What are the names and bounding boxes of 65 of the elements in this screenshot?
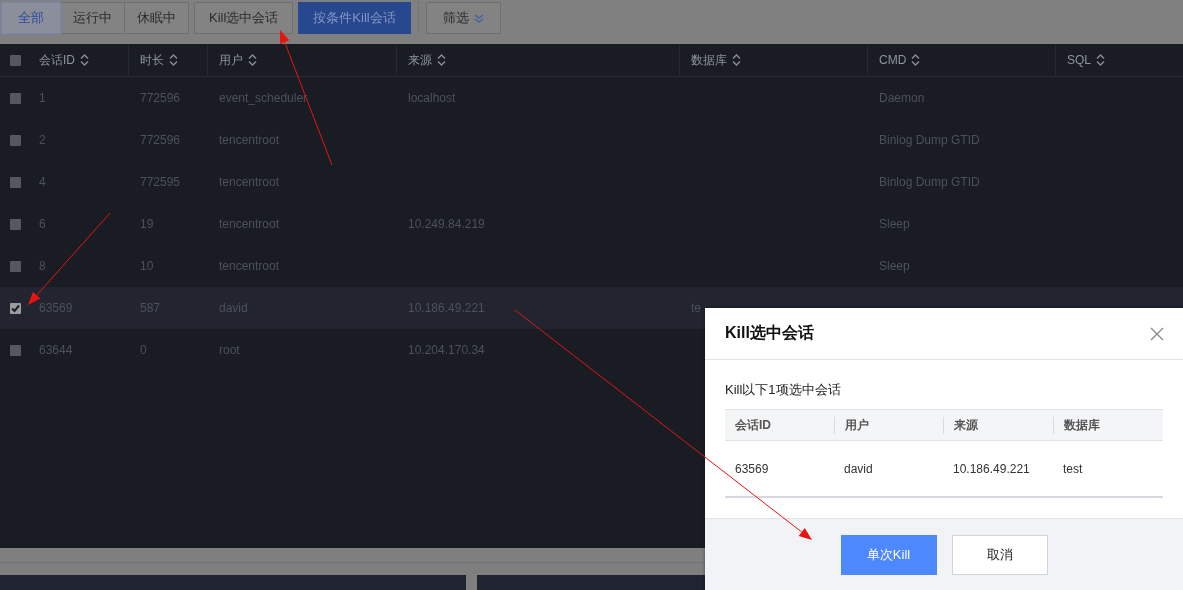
table-cell: Binlog Dump GTID xyxy=(879,175,980,189)
close-icon xyxy=(1150,326,1164,341)
table-cell-text: david xyxy=(843,461,874,476)
table-cell: 772596 xyxy=(140,91,181,105)
table-cell: 10.204.170.34 xyxy=(408,343,485,357)
column-header[interactable]: 来源 xyxy=(408,51,432,69)
checkbox[interactable] xyxy=(10,260,21,272)
table-cell: Sleep xyxy=(879,217,910,231)
table-cell: tencentroot xyxy=(219,133,280,147)
table-cell: root xyxy=(219,343,240,357)
checkbox[interactable] xyxy=(10,218,21,230)
close-button[interactable] xyxy=(1150,326,1164,341)
confirm-button[interactable]: 单次Kill xyxy=(840,534,937,575)
table-cell: 8 xyxy=(39,259,46,273)
table-cell: Sleep xyxy=(879,259,910,273)
table-cell: 19 xyxy=(140,217,154,231)
column-header[interactable]: 时长 xyxy=(140,51,164,69)
sort-icon xyxy=(80,54,89,66)
cancel-button[interactable]: 取消 xyxy=(951,534,1048,575)
sort-icon xyxy=(248,54,257,66)
action-button[interactable]: 按条件Kill会话 xyxy=(298,2,411,34)
filter-tab[interactable]: 运行中 xyxy=(60,2,125,34)
column-header: 数据库 xyxy=(1053,416,1163,434)
column-header[interactable]: CMD xyxy=(879,53,907,67)
column-header[interactable]: 用户 xyxy=(219,51,243,69)
table-cell: 10 xyxy=(140,259,154,273)
sort-icon xyxy=(169,54,178,66)
column-header: 会话ID xyxy=(734,416,772,434)
sort-icon xyxy=(1096,54,1105,66)
column-header[interactable]: 数据库 xyxy=(691,51,727,69)
table-cell-text: test xyxy=(1062,461,1084,476)
sort-icon xyxy=(437,54,446,66)
table-cell: 2 xyxy=(39,133,46,147)
checkbox[interactable] xyxy=(10,54,21,66)
table-cell: 4 xyxy=(39,175,46,189)
dialog-message: Kill以下1项选中会话 xyxy=(725,381,842,399)
table-cell: Daemon xyxy=(879,91,925,105)
table-cell: tencentroot xyxy=(219,259,280,273)
table-cell: event_scheduler xyxy=(219,91,308,105)
column-header[interactable]: SQL xyxy=(1067,53,1091,67)
sort-icon xyxy=(732,54,741,66)
chevron-icon xyxy=(473,13,484,23)
checkbox[interactable] xyxy=(10,176,21,188)
checkbox[interactable] xyxy=(10,134,21,146)
table-cell: 10.249.84.219 xyxy=(408,217,485,231)
action-button[interactable]: Kill选中会话 xyxy=(194,2,294,34)
table-cell: tencentroot xyxy=(219,217,280,231)
table-cell: Binlog Dump GTID xyxy=(879,133,980,147)
table-cell: 63644 xyxy=(39,343,73,357)
filter-button[interactable]: 筛选 xyxy=(425,2,501,34)
column-header[interactable]: 会话ID xyxy=(39,51,75,69)
checkbox[interactable] xyxy=(10,344,21,356)
table-cell: 1 xyxy=(39,91,46,105)
checkbox[interactable] xyxy=(10,92,21,104)
column-header: 用户 xyxy=(834,416,943,434)
table-cell: localhost xyxy=(408,91,456,105)
table-cell-text: 10.186.49.221 xyxy=(952,461,1031,476)
table-cell-text: 63569 xyxy=(734,461,770,476)
filter-tab[interactable]: 休眠中 xyxy=(124,2,189,34)
table-cell: 772595 xyxy=(140,175,181,189)
column-header: 来源 xyxy=(943,416,1053,434)
table-cell: 772596 xyxy=(140,133,181,147)
table-cell: tencentroot xyxy=(219,175,280,189)
checkbox[interactable] xyxy=(10,302,21,314)
sort-icon xyxy=(911,54,921,66)
